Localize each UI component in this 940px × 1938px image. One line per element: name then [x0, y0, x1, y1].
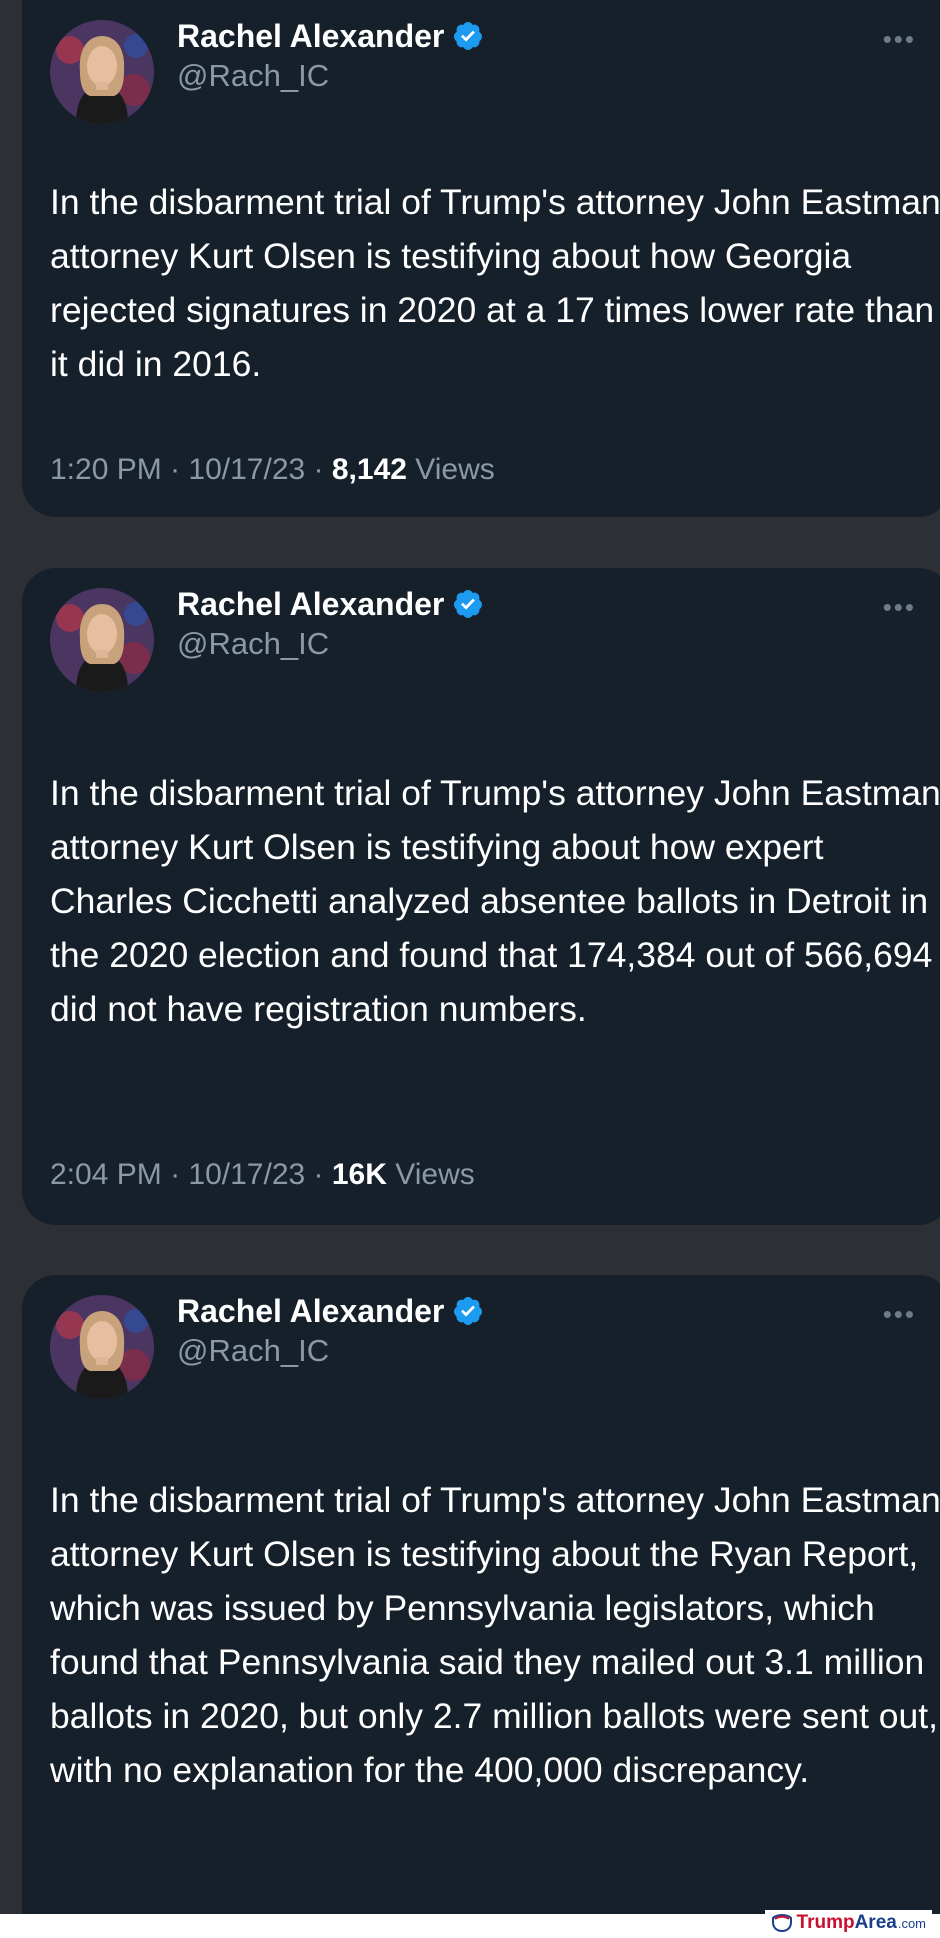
avatar[interactable] — [50, 20, 154, 124]
tweet-date[interactable]: 10/17/23 — [188, 453, 305, 486]
tweet-text: In the disbarment trial of Trump's attor… — [50, 182, 940, 384]
tweet-meta: 2:04 PM · 10/17/23 · 16K Views — [50, 1158, 475, 1192]
more-options-icon[interactable]: ••• — [883, 24, 916, 55]
author-row[interactable]: Rachel Alexander — [177, 14, 484, 58]
tweet-card[interactable]: Rachel Alexander @Rach_IC ••• In the dis… — [22, 568, 940, 1225]
tweet-text: In the disbarment trial of Trump's attor… — [50, 1480, 940, 1790]
author-row[interactable]: Rachel Alexander — [177, 582, 484, 626]
watermark-tld: .com — [897, 1915, 926, 1931]
verified-badge-icon — [454, 1297, 483, 1325]
author-handle[interactable]: @Rach_IC — [177, 1333, 329, 1369]
tweet-date[interactable]: 10/17/23 — [188, 1158, 305, 1191]
tweet-text: In the disbarment trial of Trump's attor… — [50, 773, 940, 1029]
tweet-card[interactable]: Rachel Alexander @Rach_IC ••• In the dis… — [22, 1275, 940, 1915]
author-name[interactable]: Rachel Alexander — [177, 1293, 444, 1330]
verified-badge-icon — [454, 590, 483, 618]
watermark: Trump Area .com — [764, 1910, 932, 1936]
tweet-time[interactable]: 1:20 PM — [50, 453, 162, 486]
meta-separator: · — [161, 453, 189, 486]
verified-badge-icon — [454, 22, 483, 50]
author-row[interactable]: Rachel Alexander — [177, 1289, 484, 1333]
avatar[interactable] — [50, 588, 154, 692]
tweet-time[interactable]: 2:04 PM — [50, 1158, 162, 1191]
meta-separator: · — [305, 1158, 332, 1191]
avatar[interactable] — [50, 1295, 154, 1399]
watermark-brand-a: Trump — [796, 1912, 855, 1933]
tweet-meta: 1:20 PM · 10/17/23 · 8,142 Views — [50, 453, 495, 487]
views-count: 8,142 — [331, 453, 407, 486]
meta-separator: · — [161, 1158, 189, 1191]
views-count: 16K — [331, 1158, 387, 1191]
meta-separator: · — [305, 453, 332, 486]
views-label: Views — [395, 1158, 475, 1191]
views-label: Views — [415, 453, 495, 486]
author-handle[interactable]: @Rach_IC — [177, 58, 329, 94]
author-handle[interactable]: @Rach_IC — [177, 626, 329, 662]
watermark-brand-b: Area — [854, 1912, 897, 1933]
more-options-icon[interactable]: ••• — [883, 592, 916, 623]
trumparea-logo-icon — [771, 1914, 792, 1932]
more-options-icon[interactable]: ••• — [883, 1299, 916, 1330]
author-name[interactable]: Rachel Alexander — [177, 586, 444, 623]
author-name[interactable]: Rachel Alexander — [177, 18, 444, 55]
tweet-card[interactable]: Rachel Alexander @Rach_IC ••• In the dis… — [22, 0, 940, 517]
